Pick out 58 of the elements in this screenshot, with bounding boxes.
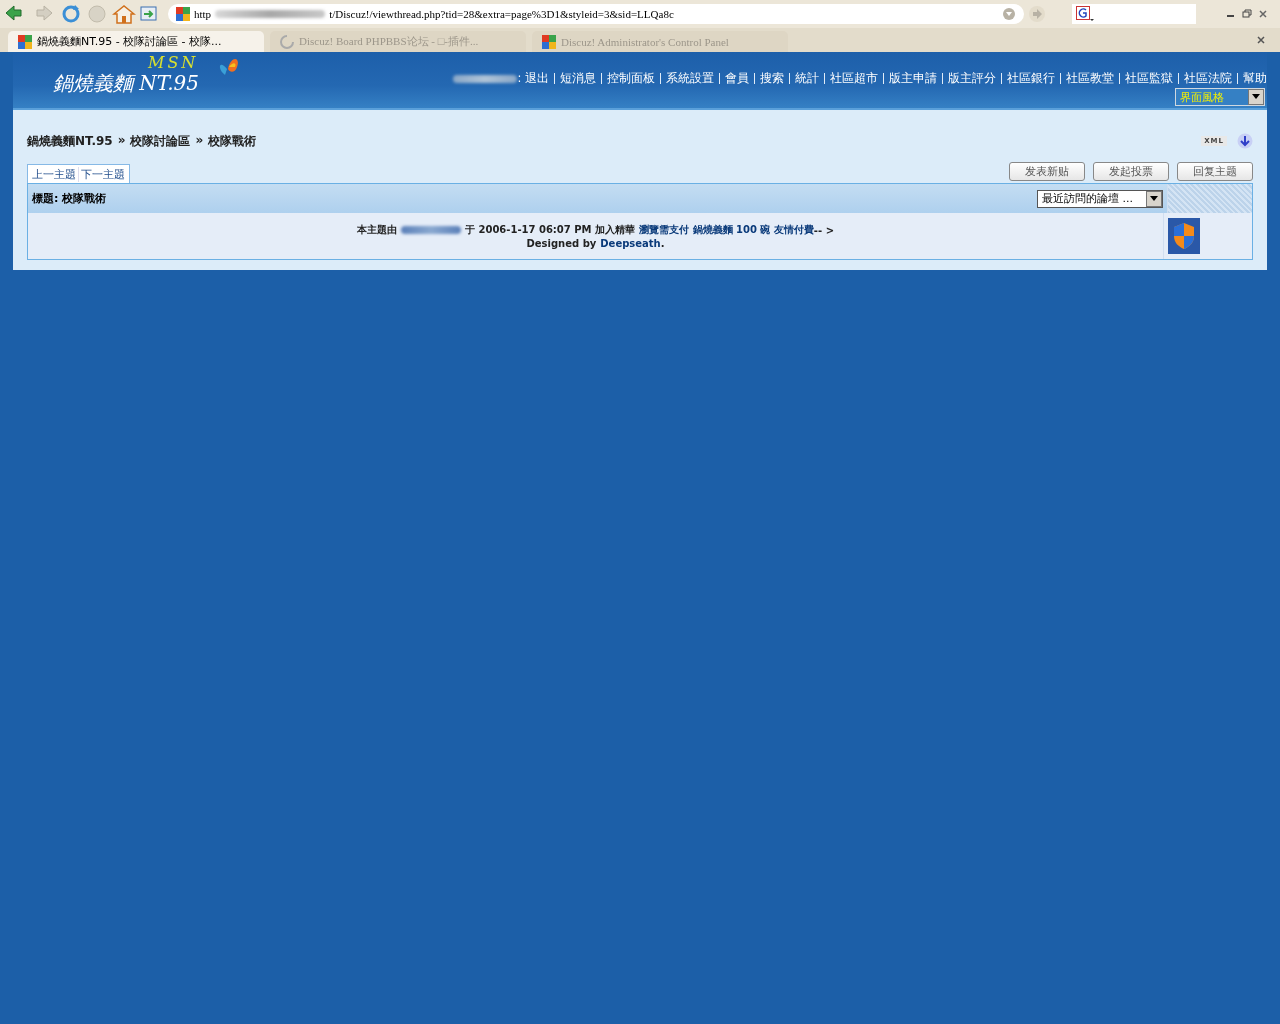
- designer-link[interactable]: Deepseath: [600, 238, 661, 249]
- home-icon[interactable]: [112, 4, 136, 24]
- nav-link[interactable]: 統計: [795, 71, 819, 86]
- down-arrow-icon[interactable]: [1237, 133, 1253, 149]
- breadcrumb-link[interactable]: 鍋燒義麵NT.95: [27, 132, 113, 150]
- close-icon[interactable]: [1258, 9, 1268, 19]
- address-bar[interactable]: http t/Discuz!/viewthread.php?tid=28&extra=page%3D1&styleid=3&sid=LLQa8c: [168, 4, 1024, 24]
- search-field[interactable]: [1072, 4, 1196, 24]
- nav-link[interactable]: 版主申請: [889, 71, 937, 86]
- thread-title: 標題: 校隊戰術: [32, 191, 107, 206]
- nav-link[interactable]: 社區法院: [1184, 71, 1232, 86]
- credit-text: Designed by: [526, 238, 597, 249]
- nav-link[interactable]: 會員: [725, 71, 749, 86]
- info-text: 于 2006-1-17 06:07 PM 加入精華: [465, 223, 636, 237]
- browser-tab[interactable]: 鍋燒義麵NT.95 - 校隊討論區 - 校隊...: [8, 31, 264, 52]
- blurred-text: [401, 226, 461, 234]
- info-link[interactable]: 瀏覽需支付 鍋燒義麵 100 碗 友情付費: [639, 223, 814, 237]
- breadcrumb-link[interactable]: 校隊戰術: [208, 132, 257, 150]
- nav-link[interactable]: 短消息: [560, 71, 596, 86]
- restore-icon[interactable]: [1242, 9, 1252, 19]
- action-button[interactable]: 发表新贴: [1009, 162, 1085, 181]
- nav-link[interactable]: 幫助: [1243, 71, 1267, 86]
- action-button[interactable]: 发起投票: [1093, 162, 1169, 181]
- nav-link[interactable]: 版主評分: [948, 71, 996, 86]
- shield-icon: [1168, 218, 1200, 254]
- action-button[interactable]: 回复主题: [1177, 162, 1253, 181]
- loading-icon: [280, 34, 294, 49]
- nav-link[interactable]: 社區銀行: [1007, 71, 1055, 86]
- style-select[interactable]: 界面風格: [1175, 88, 1265, 106]
- info-text: -- >: [813, 224, 834, 236]
- thread-nav-link[interactable]: 上一主題: [30, 167, 78, 182]
- window-icon[interactable]: [140, 5, 158, 23]
- site-logo[interactable]: 鍋燒義麵 NT.95: [53, 70, 200, 97]
- blurred-text: [453, 74, 518, 83]
- nav-link[interactable]: 搜索: [760, 71, 784, 86]
- info-text: 本主題由: [357, 223, 397, 237]
- nav-link[interactable]: : 退出: [517, 71, 549, 86]
- nav-link[interactable]: 社區教堂: [1066, 71, 1114, 86]
- breadcrumb-separator: »: [195, 132, 204, 149]
- forum-jump-select[interactable]: 最近訪問的論壇 ...: [1037, 189, 1163, 208]
- breadcrumb-link[interactable]: 校隊討論區: [130, 132, 191, 150]
- logo-script: MSN: [148, 53, 199, 72]
- nav-link[interactable]: 控制面板: [607, 71, 655, 86]
- close-icon[interactable]: [1256, 35, 1266, 45]
- reload-icon[interactable]: [60, 4, 82, 24]
- breadcrumb-separator: »: [117, 132, 126, 149]
- thread-nav-link[interactable]: 下一主題: [78, 167, 127, 182]
- caret-icon: [1150, 195, 1158, 202]
- site-icon: [18, 34, 32, 49]
- search-engine-icon[interactable]: [1076, 6, 1094, 22]
- site-icon: [176, 7, 190, 21]
- caret-icon: [1252, 94, 1260, 100]
- site-icon: [542, 34, 556, 49]
- nav-link[interactable]: 社區監獄: [1125, 71, 1173, 86]
- credit-text: .: [660, 238, 665, 249]
- nav-link[interactable]: 社區超市: [830, 71, 878, 86]
- dropdown-icon[interactable]: [1002, 7, 1016, 21]
- nav-link[interactable]: 系統設置: [666, 71, 714, 86]
